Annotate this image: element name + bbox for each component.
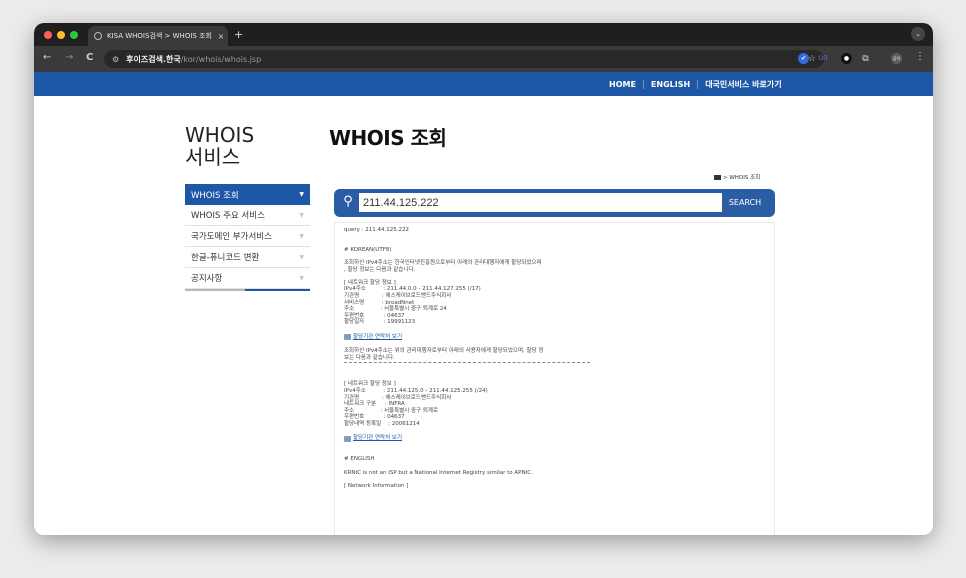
forward-button[interactable]: → [65, 52, 73, 63]
url-host: 후이즈검색.한국 [126, 54, 181, 64]
nav-divider [642, 79, 644, 89]
english-intro: KRNIC is not an ISP but a National Inter… [344, 469, 533, 476]
sidebar-bottom-line [185, 289, 310, 291]
intro-line: , 할당 정보는 다음과 같습니다. [344, 266, 416, 273]
sidebar-item-domain-addons[interactable]: 국가도메인 부가서비스 ▼ [185, 226, 310, 247]
contact-link-label: 할당기관 연락처 보기 [353, 333, 403, 340]
page-content: WHOIS 서비스 WHOIS 조회 ▼ WHOIS 주요 서비스 ▼ 국가도메… [34, 96, 933, 535]
tab-search-button[interactable]: ⌄ [911, 27, 925, 41]
query-line: query : 211.44.125.222 [344, 227, 409, 233]
info-row: 기관명 : 에스케이브로드밴드주식회사 [344, 292, 452, 299]
new-tab-button[interactable]: + [234, 28, 243, 41]
globe-icon [94, 32, 102, 40]
info-row: 기관명 : 에스케이브로드밴드주식회사 [344, 394, 452, 401]
caret-down-icon: ▼ [299, 253, 304, 261]
tab-title: KISA WHOIS검색 > WHOIS 조회 [107, 32, 212, 40]
sidebar-item-label: WHOIS 조회 [191, 190, 239, 201]
search-bar: ⚲ 211.44.125.222 SEARCH [334, 189, 775, 217]
search-input[interactable]: 211.44.125.222 [359, 193, 722, 212]
sidebar-item-punycode[interactable]: 한글-퓨니코드 변환 ▼ [185, 247, 310, 268]
page-title: WHOIS 조회 [329, 126, 447, 150]
sidebar-item-notices[interactable]: 공지사항 ▼ [185, 268, 310, 289]
active-tab[interactable]: KISA WHOIS검색 > WHOIS 조회 × [88, 26, 228, 46]
sidebar-title: WHOIS 서비스 [185, 124, 254, 168]
info-row: 할당내역 등록일 : 20061214 [344, 421, 420, 428]
site-top-bar: HOME ENGLISH 대국민서비스 바로가기 [34, 72, 933, 96]
back-button[interactable]: ← [43, 52, 51, 63]
intro-line: 조회하신 IPv4주소는 위의 관리대행자로부터 아래의 사용자에게 할당되었으… [344, 348, 544, 355]
top-nav-english[interactable]: ENGLISH [651, 80, 690, 89]
sidebar-item-label: 국가도메인 부가서비스 [191, 232, 272, 242]
contact-link-label: 할당기관 연락처 보기 [353, 435, 403, 442]
sidebar-title-line2: 서비스 [185, 145, 241, 169]
info-row: 주소 : 서울특별시 중구 퇴계로 [344, 407, 439, 414]
info-row: IPv4주소 : 211.44.125.0 - 211.44.125.255 (… [344, 388, 488, 395]
search-icon: ⚲ [343, 194, 353, 209]
top-nav: HOME ENGLISH 대국민서비스 바로가기 [609, 72, 782, 96]
dark-extension-icon[interactable]: ● [841, 53, 852, 64]
dashed-divider [344, 362, 590, 364]
sidebar-item-label: WHOIS 주요 서비스 [191, 211, 265, 221]
browser-menu-button[interactable]: ⋮ [915, 51, 925, 62]
arrow-box-icon [344, 334, 351, 340]
top-nav-home[interactable]: HOME [609, 80, 636, 89]
reload-button[interactable]: C [86, 52, 93, 63]
whois-result: query : 211.44.125.222 # KOREAN(UTF8) 조회… [334, 222, 775, 535]
translate-extension-icon[interactable]: ΟΠ [815, 53, 831, 64]
sidebar-item-label: 한글-퓨니코드 변환 [191, 253, 260, 263]
breadcrumb-current: > WHOIS 조회 [723, 175, 761, 181]
intro-line: 조회하신 IPv4주소는 한국인터넷진흥원으로부터 아래의 관리대행자에게 할당… [344, 259, 542, 266]
browser-window: KISA WHOIS검색 > WHOIS 조회 × + ⌄ ← → C ⚙ 후이… [34, 23, 933, 535]
sidebar-item-label: 공지사항 [191, 274, 223, 284]
info-row: 할당일자 : 19991123 [344, 319, 416, 326]
info-row: 네트워크 구분 : INFRA [344, 401, 405, 408]
url-path: /kor/whois/whois.jsp [180, 54, 262, 64]
address-bar[interactable]: ⚙ 후이즈검색.한국 /kor/whois/whois.jsp ☆ [104, 50, 824, 68]
home-icon [714, 174, 721, 180]
intro-line: 보는 다음과 같습니다. [344, 354, 395, 361]
sidebar-item-whois-lookup[interactable]: WHOIS 조회 ▼ [185, 184, 310, 205]
extensions-puzzle-icon[interactable]: ⧉ [860, 53, 871, 64]
zoom-window-button[interactable] [70, 31, 78, 39]
caret-down-icon: ▼ [299, 232, 304, 240]
shield-extension-icon[interactable]: ✔ [798, 53, 809, 64]
sidebar-nav: WHOIS 조회 ▼ WHOIS 주요 서비스 ▼ 국가도메인 부가서비스 ▼ … [185, 184, 310, 291]
breadcrumb: > WHOIS 조회 [714, 173, 760, 181]
minimize-window-button[interactable] [57, 31, 65, 39]
site-info-icon[interactable]: ⚙ [112, 55, 119, 64]
caret-down-icon: ▼ [299, 274, 304, 282]
tab-bar: KISA WHOIS검색 > WHOIS 조회 × + ⌄ [34, 23, 933, 46]
contact-link[interactable]: 할당기관 연락처 보기 [344, 333, 765, 342]
tab-close-button[interactable]: × [214, 32, 228, 41]
contact-link[interactable]: 할당기관 연락처 보기 [344, 434, 765, 443]
sidebar-item-whois-services[interactable]: WHOIS 주요 서비스 ▼ [185, 205, 310, 226]
info-row: IPv4주소 : 211.44.0.0 - 211.44.127.255 (/1… [344, 286, 481, 293]
close-window-button[interactable] [44, 31, 52, 39]
profile-avatar[interactable]: 공익 [891, 53, 902, 64]
english-next: [ Network Information ] [344, 482, 409, 489]
sidebar-title-line1: WHOIS [185, 123, 255, 147]
top-nav-shortcut[interactable]: 대국민서비스 바로가기 [705, 79, 781, 90]
caret-down-icon: ▼ [299, 191, 304, 198]
nav-divider [697, 79, 699, 89]
arrow-box-icon [344, 435, 351, 442]
search-button[interactable]: SEARCH [724, 195, 766, 210]
korean-header: # KOREAN(UTF8) [344, 246, 392, 253]
caret-down-icon: ▼ [299, 211, 304, 219]
english-header: # ENGLISH [344, 456, 375, 463]
info-row: 주소 : 서울특별시 중구 퇴계로 24 [344, 306, 447, 313]
browser-toolbar: ← → C ⚙ 후이즈검색.한국 /kor/whois/whois.jsp ☆ … [34, 46, 933, 72]
